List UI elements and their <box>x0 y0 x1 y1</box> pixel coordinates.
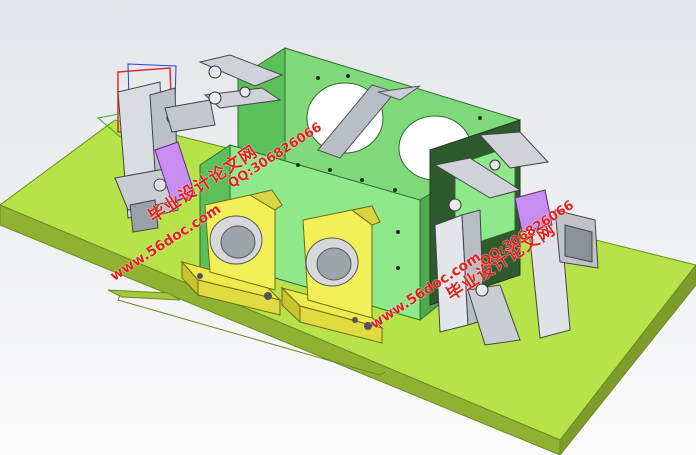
cad-viewport: www.56doc.com 毕业设计论文网 QQ:306826066 www.5… <box>0 0 696 455</box>
cad-model-render <box>0 47 696 455</box>
